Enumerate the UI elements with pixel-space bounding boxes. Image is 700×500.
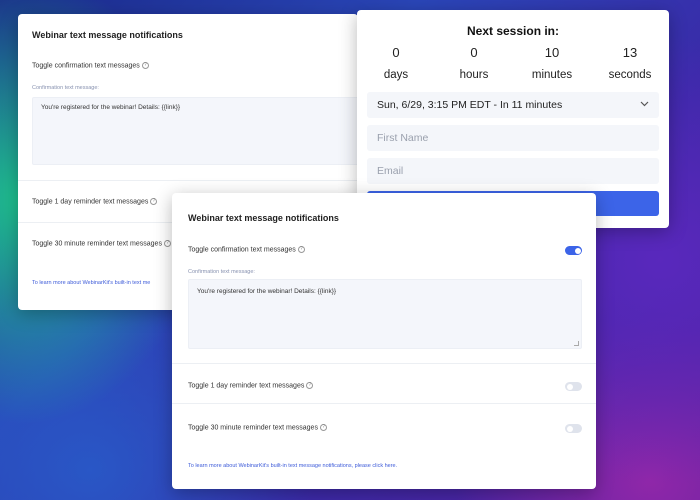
next-session-heading: Next session in: [466, 24, 560, 38]
divider [172, 363, 596, 364]
card-title: Webinar text message notifications [188, 213, 339, 223]
countdown-unit: days [383, 69, 409, 81]
help-circle-icon[interactable]: ? [306, 382, 314, 389]
toggle-1day-label: Toggle 1 day reminder text messages? [32, 198, 158, 205]
toggle-knob [566, 425, 573, 432]
toggle-30min-switch[interactable] [565, 424, 582, 433]
countdown-value: 0 [470, 45, 478, 60]
first-name-input[interactable] [367, 125, 659, 151]
session-select[interactable]: Sun, 6/29, 3:15 PM EDT - In 11 minutes [367, 92, 659, 118]
countdown-days: 0 days [357, 44, 435, 84]
help-circle-icon[interactable]: ? [150, 198, 158, 205]
help-circle-icon[interactable]: ? [141, 62, 149, 69]
divider [18, 180, 358, 181]
card-title: Webinar text message notifications [32, 30, 183, 40]
help-circle-icon[interactable]: ? [163, 240, 171, 247]
countdown-unit: hours [459, 69, 489, 81]
confirmation-message-textarea[interactable]: You're registered for the webinar! Detai… [188, 279, 582, 349]
chevron-down-icon [640, 99, 649, 109]
toggle-1day-switch[interactable] [565, 382, 582, 391]
confirmation-message-textarea[interactable]: You're registered for the webinar! Detai… [32, 97, 358, 165]
toggle-knob [566, 383, 573, 390]
session-select-value: Sun, 6/29, 3:15 PM EDT - In 11 minutes [377, 99, 563, 111]
countdown-unit: seconds [608, 69, 652, 81]
resize-handle-icon[interactable] [574, 341, 579, 346]
toggle-confirmation-switch[interactable] [565, 246, 582, 255]
countdown-seconds: 13 seconds [591, 44, 669, 84]
countdown-value: 10 [544, 45, 560, 60]
countdown-value: 13 [622, 45, 638, 60]
countdown-unit: minutes [531, 69, 573, 81]
toggle-confirmation-label: Toggle confirmation text messages? [32, 62, 149, 69]
learn-more-link[interactable]: To learn more about WebinarKit's built-i… [188, 463, 397, 469]
countdown-minutes: 10 minutes [513, 44, 591, 84]
learn-more-link[interactable]: To learn more about WebinarKit's built-i… [32, 280, 150, 286]
confirmation-message-text: You're registered for the webinar! Detai… [197, 288, 337, 295]
help-circle-icon[interactable]: ? [297, 246, 305, 253]
confirmation-field-label: Confirmation text message: [32, 85, 99, 91]
toggle-30min-label: Toggle 30 minute reminder text messages? [188, 424, 327, 431]
email-input[interactable] [367, 158, 659, 184]
confirmation-field-label: Confirmation text message: [188, 269, 255, 275]
toggle-1day-label: Toggle 1 day reminder text messages? [188, 382, 314, 389]
toggle-confirmation-label: Toggle confirmation text messages? [188, 246, 305, 253]
help-circle-icon[interactable]: ? [319, 424, 327, 431]
countdown-value: 0 [392, 45, 400, 60]
confirmation-message-text: You're registered for the webinar! Detai… [41, 104, 181, 111]
countdown-hours: 0 hours [435, 44, 513, 84]
notifications-card-front: Webinar text message notifications Toggl… [172, 193, 596, 489]
divider [172, 403, 596, 404]
toggle-30min-label: Toggle 30 minute reminder text messages? [32, 240, 171, 247]
toggle-knob [574, 247, 581, 254]
